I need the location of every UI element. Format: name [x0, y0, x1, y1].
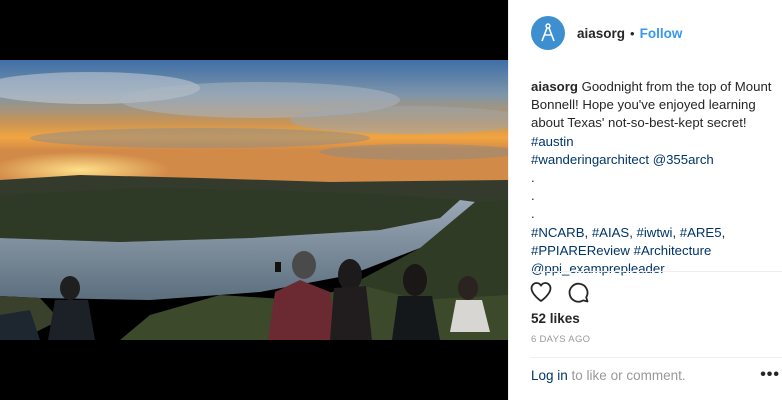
hashtag-link[interactable]: #Architecture — [634, 243, 712, 258]
more-options-icon[interactable]: ••• — [760, 366, 780, 384]
separator-dot: • — [630, 25, 635, 41]
post-photo — [0, 60, 508, 340]
hashtag-link[interactable]: #wanderingarchitect — [531, 152, 649, 167]
follow-button[interactable]: Follow — [640, 26, 683, 41]
heart-icon[interactable] — [529, 280, 553, 304]
compass-logo-icon[interactable] — [531, 16, 565, 50]
caption-username[interactable]: aiasorg — [531, 79, 578, 94]
caption-text: , — [584, 224, 592, 240]
hashtag-link[interactable]: #ARE5 — [680, 225, 722, 240]
divider — [531, 271, 782, 272]
post-username[interactable]: aiasorg — [577, 26, 625, 41]
comment-bubble-icon[interactable] — [566, 280, 590, 304]
login-prompt-text: to like or comment. — [567, 368, 686, 383]
divider-bottom — [531, 357, 782, 358]
post-header: aiasorg • Follow — [509, 0, 782, 66]
caption-text: . . . — [531, 170, 535, 222]
login-prompt: Log in to like or comment. — [531, 368, 686, 383]
post-details-panel: aiasorg • Follow aiasorg Goodnight from … — [508, 0, 782, 400]
hashtag-link[interactable]: #AIAS — [592, 225, 629, 240]
mention-link[interactable]: @ppi_examprepleader — [531, 261, 665, 276]
hashtag-link[interactable]: #iwtwi — [637, 225, 673, 240]
caption-text: , — [629, 224, 637, 240]
hashtag-link[interactable]: #PPIAREReview — [531, 243, 630, 258]
mention-link[interactable]: @355arch — [653, 152, 714, 167]
post-timestamp: 6 DAYS AGO — [531, 334, 591, 345]
post-media — [0, 0, 508, 400]
login-link[interactable]: Log in — [531, 368, 568, 383]
action-bar — [529, 280, 590, 304]
caption-text: , — [672, 224, 680, 240]
hashtag-link[interactable]: #austin — [531, 134, 574, 149]
hashtag-link[interactable]: #NCARB — [531, 225, 585, 240]
like-count[interactable]: 52 likes — [531, 311, 580, 326]
post-caption: aiasorg Goodnight from the top of Mount … — [531, 78, 782, 278]
caption-text: , — [721, 224, 726, 240]
